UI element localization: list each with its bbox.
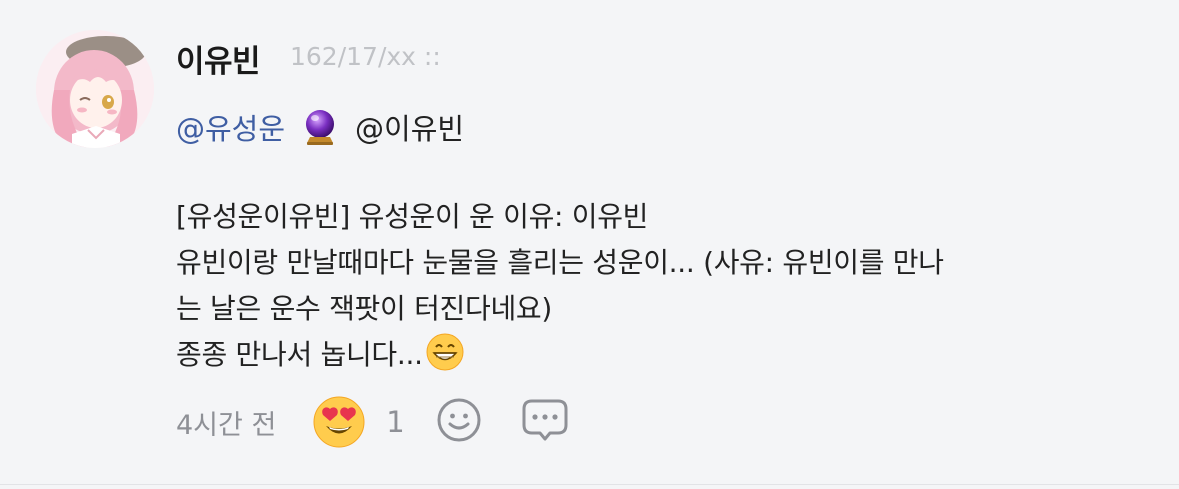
heart-eyes-icon: [312, 395, 366, 449]
add-reaction-button[interactable]: [433, 396, 485, 448]
avatar[interactable]: [36, 30, 154, 148]
grinning-face-icon: [425, 332, 465, 372]
body-line-text: 종종 만나서 놉니다...: [176, 338, 423, 371]
mention-link-secondary[interactable]: @이유빈: [355, 106, 464, 148]
smiley-icon: [436, 397, 482, 447]
author-meta: 162/17/xx ::: [290, 42, 441, 71]
mentions-row: @유성운 @이유빈: [176, 107, 464, 147]
body-line: 는 날은 운수 잭팟이 터진다네요): [176, 292, 553, 325]
divider: [0, 484, 1179, 485]
speech-bubble-icon: [520, 395, 570, 449]
body-line: 유빈이랑 만날때마다 눈물을 흘리는 성운이... (사유: 유빈이를 만나: [176, 246, 944, 279]
reaction-heart-eyes[interactable]: 1: [312, 395, 405, 449]
timestamp: 4시간 전: [176, 409, 277, 441]
post-actions: 4시간 전 1: [176, 396, 571, 448]
crystal-ball-icon: [301, 108, 339, 146]
author-name[interactable]: 이유빈: [176, 36, 261, 81]
reaction-count: 1: [386, 405, 405, 439]
body-line: [유성운이유빈] 유성운이 운 이유: 이유빈: [176, 200, 649, 233]
post-card: 이유빈 162/17/xx :: @유성운 @이유빈 [유성운이유빈] 유성운이…: [0, 0, 1179, 489]
body-line-last: 종종 만나서 놉니다...: [176, 332, 1136, 378]
mention-link-primary[interactable]: @유성운: [176, 106, 285, 148]
post-body: [유성운이유빈] 유성운이 운 이유: 이유빈 유빈이랑 만날때마다 눈물을 흘…: [176, 194, 1136, 378]
comment-button[interactable]: [519, 396, 571, 448]
